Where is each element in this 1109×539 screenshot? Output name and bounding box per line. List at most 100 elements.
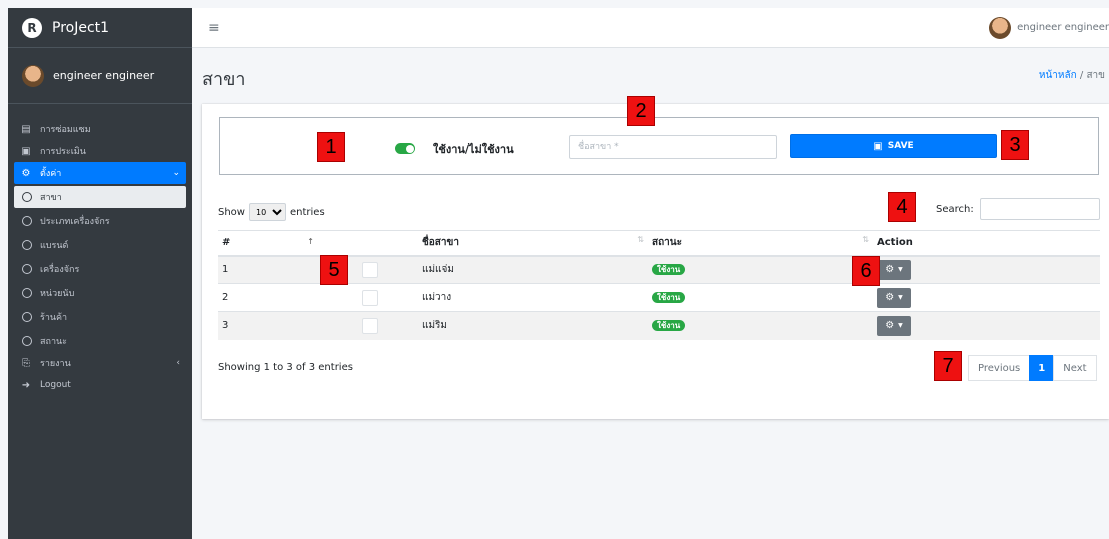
branch-name-input[interactable] <box>569 135 777 159</box>
circle-icon <box>22 336 32 346</box>
table-row: 2 แม่วาง ใช้งาน ⚙ ▼ <box>218 283 1100 312</box>
sidebar-item-logout[interactable]: ➜ Logout <box>14 374 186 396</box>
action-menu-button[interactable]: ⚙ ▼ <box>877 287 911 308</box>
status-toggle[interactable] <box>395 143 415 154</box>
page-title: สาขา <box>202 69 246 90</box>
brand-name: ProJect1 <box>52 19 110 36</box>
sidebar-subitem-label: หน่วยนับ <box>40 289 75 299</box>
action-menu-button[interactable]: ⚙ ▼ <box>877 315 911 336</box>
gear-icon: ⚙ <box>21 167 31 179</box>
floppy-disk-icon: ▣ <box>873 140 883 152</box>
column-header-branch-name[interactable]: ชื่อสาขา ⇅ <box>418 230 648 257</box>
pagination-next[interactable]: Next <box>1053 355 1097 381</box>
row-select-cell <box>358 283 418 312</box>
row-number: 2 <box>218 283 358 312</box>
chevron-down-icon: ⌄ <box>172 168 180 178</box>
top-user-menu[interactable]: engineer engineer <box>989 16 1109 39</box>
action-cell: ⚙ ▼ <box>873 255 1100 284</box>
pagination-current-page[interactable]: 1 <box>1029 355 1055 381</box>
action-menu-button[interactable]: ⚙ ▼ <box>877 259 911 280</box>
sidebar: R ProJect1 engineer engineer ▤ การซ่อมแซ… <box>8 8 192 539</box>
row-checkbox[interactable] <box>362 289 378 306</box>
sidebar-subitem-label: สถานะ <box>40 337 67 347</box>
column-header-status[interactable]: สถานะ ⇅ <box>648 230 873 257</box>
search-label: Search: <box>936 203 974 215</box>
pagination-previous[interactable]: Previous <box>968 355 1031 381</box>
circle-icon <box>22 192 32 202</box>
sort-icon: ⇅ <box>637 235 644 245</box>
sidebar-subitem-unit[interactable]: หน่วยนับ <box>14 282 186 304</box>
avatar <box>22 64 44 87</box>
save-button-label: SAVE <box>887 141 914 151</box>
sidebar-item-label: การประเมิน <box>40 147 86 157</box>
sidebar-item-label: ตั้งค่า <box>40 169 62 179</box>
topbar: ≡ engineer engineer <box>192 8 1109 48</box>
table-search: Search: <box>936 198 1100 220</box>
pagination: Previous 1 Next <box>968 355 1097 381</box>
breadcrumb: หน้าหลัก / สาข <box>1039 68 1105 83</box>
sort-icon: ⇅ <box>862 235 869 245</box>
sidebar-item-label: การซ่อมแซม <box>40 125 91 135</box>
sidebar-subitem-branch[interactable]: สาขา <box>14 186 186 208</box>
sidebar-item-report[interactable]: ⎘ รายงาน ‹ <box>14 352 186 374</box>
sidebar-item-evaluation[interactable]: ▣ การประเมิน <box>14 140 186 162</box>
status-cell: ใช้งาน <box>648 283 873 312</box>
caret-down-icon: ▼ <box>898 294 903 301</box>
action-cell: ⚙ ▼ <box>873 311 1100 340</box>
sidebar-subitem-machine-type[interactable]: ประเภทเครื่องจักร <box>14 210 186 232</box>
hamburger-menu-icon[interactable]: ≡ <box>208 20 220 36</box>
sidebar-subitem-label: สาขา <box>40 193 62 203</box>
row-number: 3 <box>218 311 358 340</box>
sort-asc-icon: ↑ <box>307 237 314 247</box>
show-label: Show <box>218 206 245 218</box>
row-select-cell <box>358 255 418 284</box>
sidebar-item-label: Logout <box>40 380 71 390</box>
row-checkbox[interactable] <box>362 261 378 278</box>
column-header-select <box>358 230 418 257</box>
branch-form: ใช้งาน/ไม่ใช้งาน ▣ SAVE <box>219 117 1099 175</box>
page-length-select[interactable]: 10 <box>248 203 286 221</box>
circle-icon <box>22 216 32 226</box>
sidebar-subitem-label: แบรนด์ <box>40 241 69 251</box>
action-cell: ⚙ ▼ <box>873 283 1100 312</box>
save-button[interactable]: ▣ SAVE <box>790 134 997 158</box>
top-user-name: engineer engineer <box>1017 22 1109 33</box>
caret-down-icon: ▼ <box>898 322 903 330</box>
table-header-row: # ↑ ชื่อสาขา ⇅ สถานะ ⇅ Action <box>218 230 1100 257</box>
sidebar-subitem-label: ประเภทเครื่องจักร <box>40 217 110 227</box>
callout-marker-2: 2 <box>627 96 655 126</box>
row-checkbox[interactable] <box>362 317 378 334</box>
row-select-cell <box>358 311 418 340</box>
gear-icon: ⚙ <box>885 320 895 332</box>
sidebar-subitem-machine[interactable]: เครื่องจักร <box>14 258 186 280</box>
entries-label: entries <box>289 206 325 218</box>
sidebar-item-label: รายงาน <box>40 359 71 369</box>
status-cell: ใช้งาน <box>648 255 873 284</box>
sidebar-subitem-shop[interactable]: ร้านค้า <box>14 306 186 328</box>
sidebar-subitem-label: เครื่องจักร <box>40 265 80 275</box>
sidebar-subitem-label: ร้านค้า <box>40 313 68 323</box>
callout-marker-4: 4 <box>888 192 916 222</box>
status-toggle-label: ใช้งาน/ไม่ใช้งาน <box>433 143 514 156</box>
breadcrumb-home-link[interactable]: หน้าหลัก <box>1039 70 1077 81</box>
sidebar-item-repair[interactable]: ▤ การซ่อมแซม <box>14 118 186 140</box>
sidebar-item-settings[interactable]: ⚙ ตั้งค่า ⌄ <box>14 162 186 184</box>
sidebar-subitem-status[interactable]: สถานะ <box>14 330 186 352</box>
table-row: 1 แม่แจ่ม ใช้งาน ⚙ ▼ <box>218 255 1100 284</box>
column-header-action: Action <box>873 230 1100 257</box>
status-badge: ใช้งาน <box>652 320 686 332</box>
callout-marker-5: 5 <box>320 255 348 285</box>
clipboard-check-icon: ▣ <box>21 145 31 157</box>
search-input[interactable] <box>979 198 1100 220</box>
branch-name-cell: แม่ริม <box>418 311 648 340</box>
user-panel[interactable]: engineer engineer <box>8 48 192 104</box>
gear-icon: ⚙ <box>885 292 895 303</box>
circle-icon <box>22 312 32 322</box>
user-name: engineer engineer <box>53 69 155 82</box>
brand-link[interactable]: R ProJect1 <box>8 8 192 48</box>
brand-logo: R <box>22 17 42 38</box>
circle-icon <box>22 288 32 298</box>
column-header-number[interactable]: # ↑ <box>218 230 358 257</box>
caret-down-icon: ▼ <box>898 266 903 274</box>
sidebar-subitem-brand[interactable]: แบรนด์ <box>14 234 186 256</box>
